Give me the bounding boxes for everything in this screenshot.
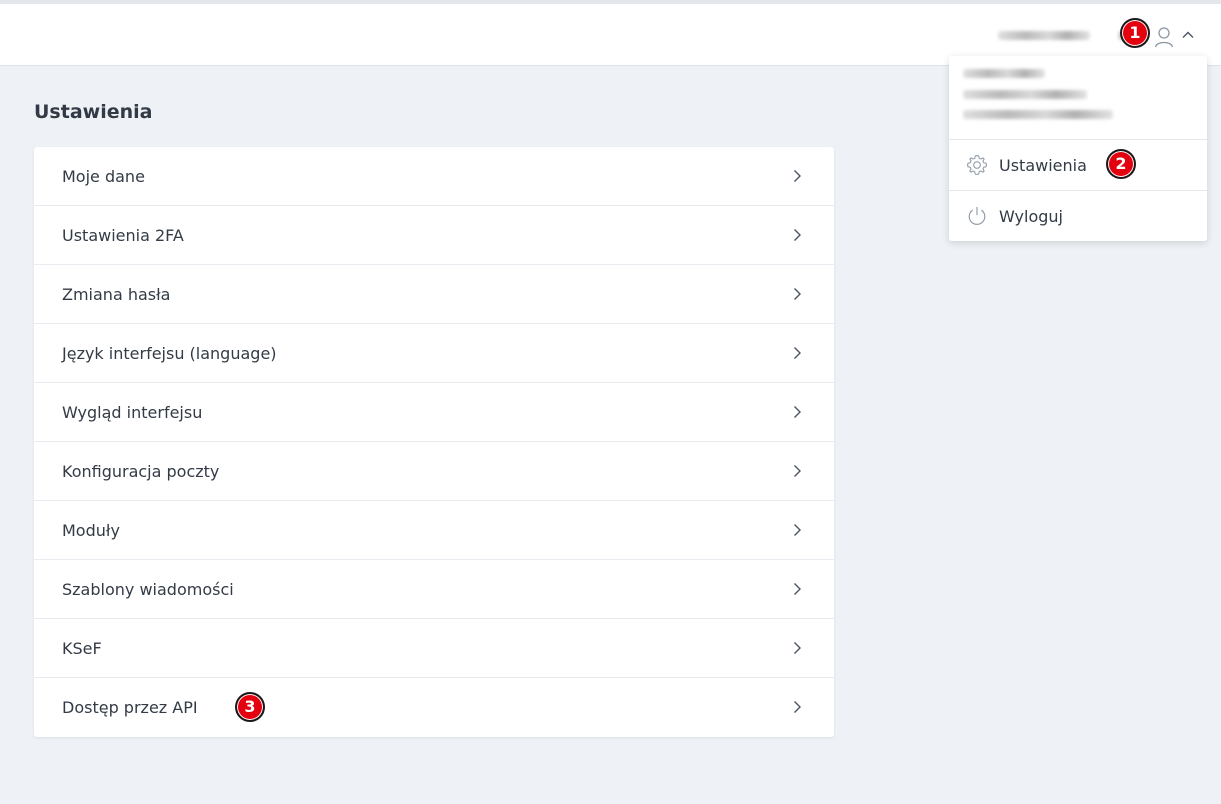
- list-item-label: Język interfejsu (language): [62, 343, 277, 363]
- list-item-label: Wygląd interfejsu: [62, 402, 203, 422]
- user-email-blurred: [963, 90, 1087, 99]
- page-title: Ustawienia: [34, 101, 153, 123]
- list-item-label: KSeF: [62, 638, 102, 658]
- list-item-label: Moduły: [62, 520, 120, 540]
- chevron-right-icon: [794, 465, 801, 477]
- annotation-badge-1: 1: [1120, 18, 1150, 48]
- list-item-label: Szablony wiadomości: [62, 579, 234, 599]
- chevron-right-icon: [794, 524, 801, 536]
- dropdown-item-logout-wrap: Wyloguj: [949, 190, 1207, 241]
- user-company-blurred: [963, 110, 1113, 119]
- dropdown-item-logout[interactable]: Wyloguj: [949, 191, 1207, 241]
- user-icon[interactable]: [1154, 26, 1174, 48]
- list-item-dostep-przez-api[interactable]: Dostęp przez API: [34, 678, 834, 737]
- list-item-zmiana-hasla[interactable]: Zmiana hasła: [34, 265, 834, 324]
- user-name-blurred: [963, 69, 1045, 78]
- list-item-konfiguracja-poczty[interactable]: Konfiguracja poczty: [34, 442, 834, 501]
- list-item-label: Zmiana hasła: [62, 284, 171, 304]
- list-item-ustawienia-2fa[interactable]: Ustawienia 2FA: [34, 206, 834, 265]
- list-item-label: Konfiguracja poczty: [62, 461, 220, 481]
- dropdown-item-label: Ustawienia: [999, 155, 1087, 175]
- user-dropdown-menu: Ustawienia Wyloguj: [949, 56, 1207, 241]
- list-item-ksef[interactable]: KSeF: [34, 619, 834, 678]
- chevron-up-icon[interactable]: [1181, 28, 1195, 42]
- gear-icon: [967, 155, 987, 175]
- chevron-right-icon: [794, 229, 801, 241]
- list-item-label: Dostęp przez API: [62, 698, 198, 717]
- dropdown-item-settings[interactable]: Ustawienia: [949, 140, 1207, 190]
- list-item-moje-dane[interactable]: Moje dane: [34, 147, 834, 206]
- username-blurred[interactable]: [998, 31, 1090, 40]
- chevron-right-icon: [794, 170, 801, 182]
- list-item-jezyk-interfejsu[interactable]: Język interfejsu (language): [34, 324, 834, 383]
- list-item-label: Ustawienia 2FA: [62, 225, 184, 245]
- chevron-right-icon: [794, 642, 801, 654]
- chevron-right-icon: [794, 347, 801, 359]
- list-item-szablony-wiadomosci[interactable]: Szablony wiadomości: [34, 560, 834, 619]
- list-item-wyglad-interfejsu[interactable]: Wygląd interfejsu: [34, 383, 834, 442]
- annotation-badge-2: 2: [1106, 149, 1136, 179]
- dropdown-item-settings-wrap: Ustawienia: [949, 139, 1207, 190]
- chevron-right-icon: [794, 288, 801, 300]
- chevron-right-icon: [794, 701, 801, 713]
- settings-list: Moje dane Ustawienia 2FA Zmiana hasła Ję…: [34, 147, 834, 737]
- list-item-moduly[interactable]: Moduły: [34, 501, 834, 560]
- power-icon: [968, 207, 986, 225]
- chevron-right-icon: [794, 406, 801, 418]
- dropdown-item-label: Wyloguj: [999, 206, 1063, 226]
- list-item-label: Moje dane: [62, 166, 145, 186]
- chevron-right-icon: [794, 583, 801, 595]
- annotation-badge-3: 3: [235, 692, 265, 722]
